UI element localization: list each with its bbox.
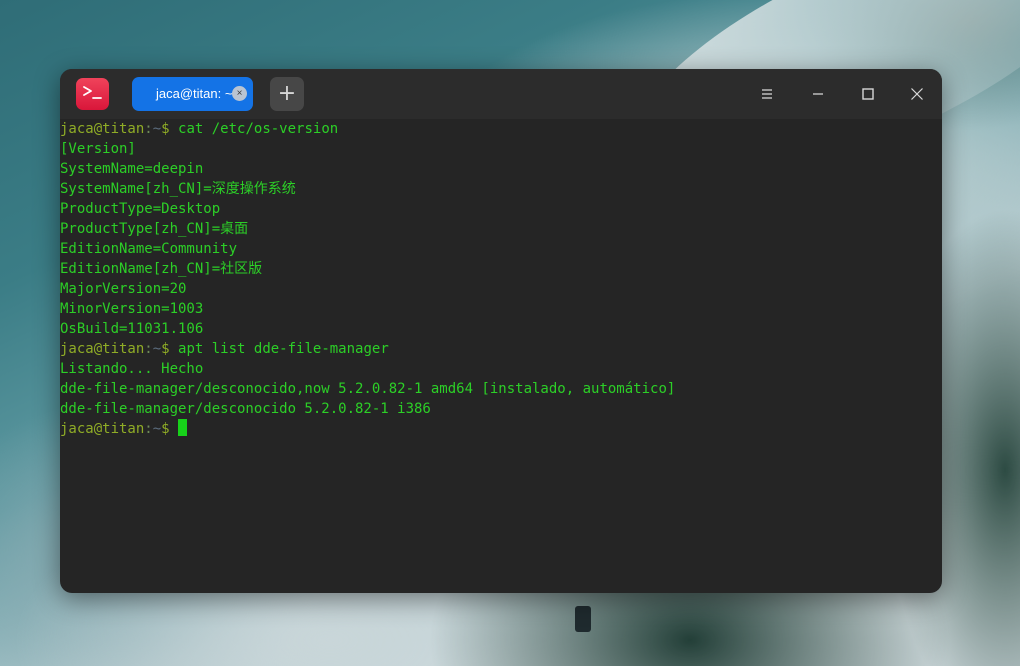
prompt-path: ~ xyxy=(152,421,162,437)
prompt-separator: : xyxy=(144,421,153,437)
output-line: MajorVersion=20 xyxy=(60,281,187,297)
output-line: MinorVersion=1003 xyxy=(60,301,204,317)
output-line: SystemName[zh_CN]=深度操作系统 xyxy=(60,181,296,197)
output-line: dde-file-manager/desconocido,now 5.2.0.8… xyxy=(60,381,676,397)
prompt-dollar: $ xyxy=(161,341,170,357)
prompt-line: jaca@titan:~$ apt list dde-file-manager xyxy=(60,339,942,359)
command-text: cat /etc/os-version xyxy=(169,121,339,137)
output-line: EditionName=Community xyxy=(60,241,238,257)
prompt-dollar: $ xyxy=(161,121,170,137)
tab-terminal[interactable]: jaca@titan: ~ × xyxy=(132,77,253,111)
output-line: ProductType=Desktop xyxy=(60,201,221,217)
titlebar: jaca@titan: ~ × + xyxy=(60,69,942,119)
prompt-path: ~ xyxy=(152,121,162,137)
command-input[interactable] xyxy=(170,421,178,437)
output-line: [Version] xyxy=(60,141,136,157)
text-cursor xyxy=(178,419,188,436)
output-line: EditionName[zh_CN]=社区版 xyxy=(60,261,263,277)
command-text: apt list dde-file-manager xyxy=(169,341,389,357)
terminal-window: jaca@titan: ~ × + jaca@titan:~$ cat /etc… xyxy=(60,69,942,593)
minimize-icon[interactable] xyxy=(806,82,830,106)
prompt-user: jaca@titan xyxy=(60,421,145,437)
prompt-separator: : xyxy=(144,341,153,357)
tab-title: jaca@titan: ~ xyxy=(156,86,233,101)
wallpaper-vehicle xyxy=(575,606,591,632)
output-line: OsBuild=11031.106 xyxy=(60,321,204,337)
terminal-output[interactable]: jaca@titan:~$ cat /etc/os-version [Versi… xyxy=(60,119,942,593)
output-line: ProductType[zh_CN]=桌面 xyxy=(60,221,249,237)
new-tab-button[interactable]: + xyxy=(270,77,304,111)
prompt-user: jaca@titan xyxy=(60,341,145,357)
prompt-line-active[interactable]: jaca@titan:~$ xyxy=(60,419,942,439)
prompt-separator: : xyxy=(144,121,153,137)
prompt-dollar: $ xyxy=(161,421,170,437)
output-line: Listando... Hecho xyxy=(60,361,204,377)
prompt-path: ~ xyxy=(152,341,162,357)
maximize-icon[interactable] xyxy=(856,82,880,106)
tab-close-icon[interactable]: × xyxy=(232,86,247,101)
prompt-line: jaca@titan:~$ cat /etc/os-version xyxy=(60,119,942,139)
close-icon[interactable] xyxy=(905,82,929,106)
terminal-app-icon[interactable] xyxy=(76,78,109,110)
prompt-user: jaca@titan xyxy=(60,121,145,137)
output-line: dde-file-manager/desconocido 5.2.0.82-1 … xyxy=(60,401,431,417)
menu-icon[interactable] xyxy=(755,82,779,106)
output-line: SystemName=deepin xyxy=(60,161,204,177)
